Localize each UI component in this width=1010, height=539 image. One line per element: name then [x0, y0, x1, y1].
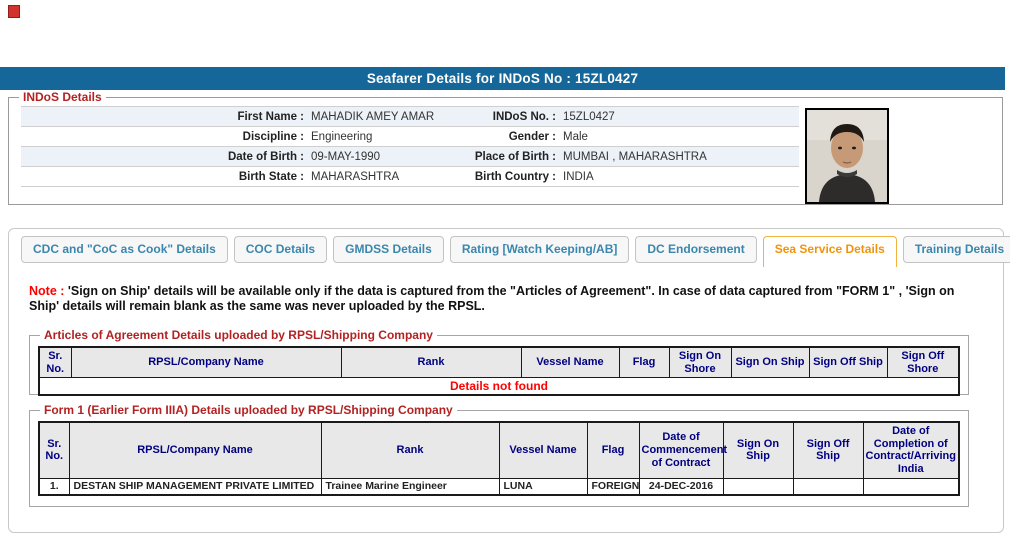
indos-no-value: 15ZL0427 — [563, 111, 615, 123]
form1-legend: Form 1 (Earlier Form IIIA) Details uploa… — [40, 403, 457, 417]
aoa-header-rank: Rank — [340, 346, 522, 379]
form1-data-row: 1. DESTAN SHIP MANAGEMENT PRIVATE LIMITE… — [38, 477, 960, 496]
birth-state-label: Birth State : — [238, 171, 304, 183]
place-of-birth-label: Place of Birth : — [474, 151, 556, 163]
gender-label: Gender : — [508, 131, 556, 143]
page-title: Seafarer Details for INDoS No : 15ZL0427 — [0, 67, 1005, 90]
tab-training-details[interactable]: Training Details — [902, 236, 1010, 263]
birth-state-value: MAHARASHTRA — [311, 171, 400, 183]
note-prefix: Note : — [29, 284, 65, 298]
tab-rating-watch-keeping[interactable]: Rating [Watch Keeping/AB] — [449, 236, 630, 263]
articles-of-agreement-section: Articles of Agreement Details uploaded b… — [29, 328, 969, 396]
indos-details-rows: First Name : MAHADIK AMEY AMAR INDoS No.… — [21, 106, 799, 187]
aoa-header-company: RPSL/Company Name — [70, 346, 342, 379]
seafarer-photo-image — [807, 110, 887, 202]
aoa-header-flag: Flag — [618, 346, 670, 379]
detail-row-birth: Date of Birth : 09-MAY-1990 Place of Bir… — [21, 147, 799, 167]
tab-dc-endorsement[interactable]: DC Endorsement — [635, 236, 757, 263]
aoa-empty-message: Details not found — [38, 377, 960, 396]
form1-cell-vessel: LUNA — [498, 477, 588, 496]
tab-bar: CDC and "CoC as Cook" Details COC Detail… — [21, 236, 1010, 267]
note-text: 'Sign on Ship' details will be available… — [29, 284, 955, 313]
sea-service-panel: CDC and "CoC as Cook" Details COC Detail… — [8, 228, 1010, 533]
seafarer-photo — [805, 108, 889, 204]
aoa-header-sign-off-ship: Sign Off Ship — [808, 346, 888, 379]
form1-header-rank: Rank — [320, 421, 500, 479]
form1-header-sign-off-ship: Sign Off Ship — [792, 421, 864, 479]
indos-details-legend: INDoS Details — [19, 90, 106, 104]
form1-cell-completion — [862, 477, 960, 496]
form1-header-completion: Date of Completion of Contract/Arriving … — [862, 421, 960, 479]
aoa-header-vessel: Vessel Name — [520, 346, 620, 379]
tab-gmdss-details[interactable]: GMDSS Details — [333, 236, 444, 263]
detail-row-name: First Name : MAHADIK AMEY AMAR INDoS No.… — [21, 107, 799, 127]
tab-coc-details[interactable]: COC Details — [233, 236, 328, 263]
form1-cell-sign-on-ship — [722, 477, 794, 496]
form1-header-commencement: Date of Commencement of Contract — [638, 421, 727, 479]
form1-cell-company: DESTAN SHIP MANAGEMENT PRIVATE LIMITED — [68, 477, 322, 496]
form1-cell-sr-no: 1. — [38, 477, 70, 496]
sign-on-ship-note: Note : 'Sign on Ship' details will be av… — [29, 284, 987, 314]
birth-country-value: INDIA — [563, 171, 594, 183]
form1-header-vessel: Vessel Name — [498, 421, 588, 479]
form1-cell-rank: Trainee Marine Engineer — [320, 477, 500, 496]
form1-cell-commencement: 24-DEC-2016 — [638, 477, 724, 496]
gender-value: Male — [563, 131, 588, 143]
tab-sea-service-details[interactable]: Sea Service Details — [762, 236, 897, 267]
form1-cell-sign-off-ship — [792, 477, 864, 496]
seafarer-details-page: { "page": { "title": "Seafarer Details f… — [0, 0, 1010, 539]
detail-row-state: Birth State : MAHARASHTRA Birth Country … — [21, 167, 799, 187]
discipline-value: Engineering — [311, 131, 373, 143]
form1-header-flag: Flag — [586, 421, 640, 479]
aoa-header-sr-no: Sr. No. — [38, 346, 72, 379]
form1-table: Sr. No. RPSL/Company Name Rank Vessel Na… — [38, 421, 960, 497]
indos-no-label: INDoS No. : — [492, 111, 556, 123]
form1-cell-flag: FOREIGN — [586, 477, 640, 496]
birth-country-label: Birth Country : — [474, 171, 556, 183]
form1-header-sr-no: Sr. No. — [38, 421, 70, 479]
discipline-label: Discipline : — [242, 131, 304, 143]
detail-row-discipline: Discipline : Engineering Gender : Male — [21, 127, 799, 147]
aoa-empty-row: Details not found — [38, 377, 960, 396]
aoa-header-sign-on-ship: Sign On Ship — [730, 346, 810, 379]
first-name-label: First Name : — [237, 111, 304, 123]
form1-header-company: RPSL/Company Name — [68, 421, 322, 479]
dob-label: Date of Birth : — [227, 151, 304, 163]
form1-section: Form 1 (Earlier Form IIIA) Details uploa… — [29, 403, 969, 507]
dob-value: 09-MAY-1990 — [311, 151, 381, 163]
aoa-header-row: Sr. No. RPSL/Company Name Rank Vessel Na… — [38, 346, 960, 379]
first-name-value: MAHADIK AMEY AMAR — [311, 111, 435, 123]
articles-of-agreement-table: Sr. No. RPSL/Company Name Rank Vessel Na… — [38, 346, 960, 396]
aoa-header-sign-off-shore: Sign Off Shore — [886, 346, 960, 379]
aoa-header-sign-on-shore: Sign On Shore — [668, 346, 732, 379]
place-of-birth-value: MUMBAI , MAHARASHTRA — [563, 151, 707, 163]
form1-header-sign-on-ship: Sign On Ship — [722, 421, 794, 479]
form1-header-row: Sr. No. RPSL/Company Name Rank Vessel Na… — [38, 421, 960, 479]
tab-cdc-coc-as-cook[interactable]: CDC and "CoC as Cook" Details — [21, 236, 228, 263]
broken-image-icon — [8, 5, 20, 18]
articles-of-agreement-legend: Articles of Agreement Details uploaded b… — [40, 328, 437, 342]
